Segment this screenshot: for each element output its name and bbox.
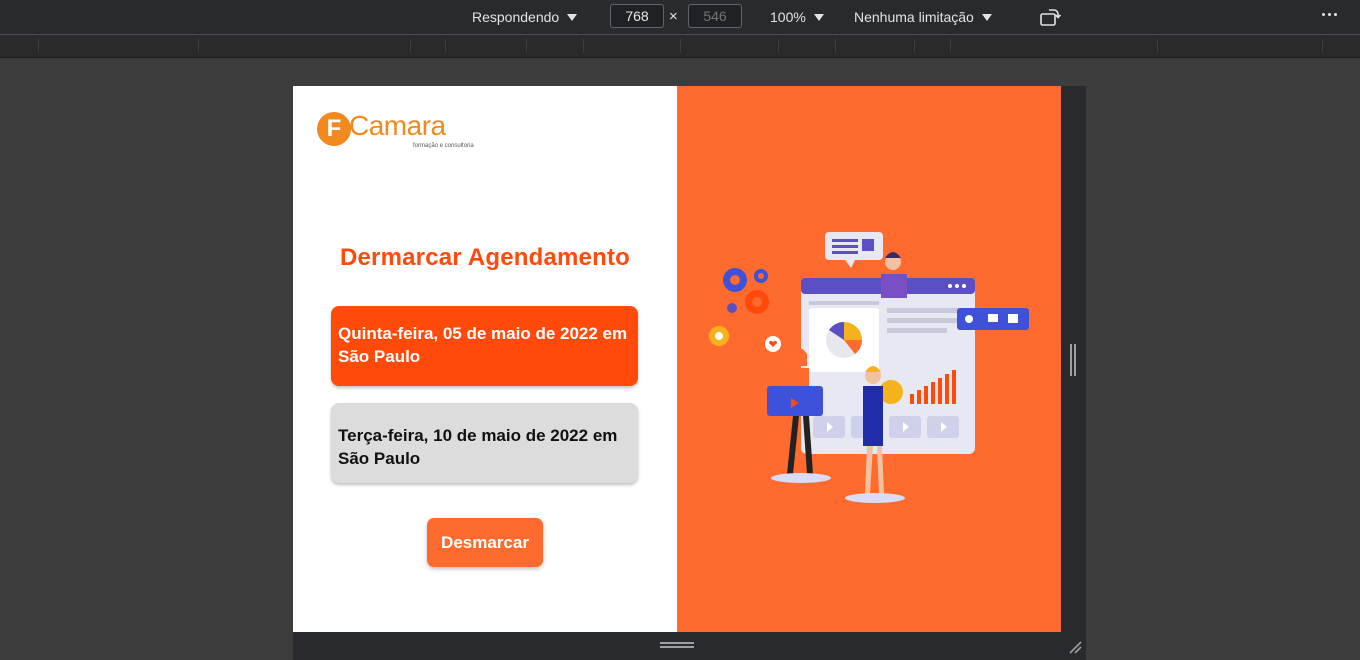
device-toolbar: Respondendo × 100% Nenhuma limitação xyxy=(0,0,1360,35)
brand-logo: F Camara formação e consultoria xyxy=(317,110,477,152)
logo-mark: F xyxy=(317,112,351,146)
device-viewport: F Camara formação e consultoria Dermarca… xyxy=(293,86,1061,632)
unschedule-button[interactable]: Desmarcar xyxy=(427,518,543,567)
logo-tagline: formação e consultoria xyxy=(413,143,474,149)
resize-handle-bottom[interactable] xyxy=(293,632,1086,660)
appointment-option[interactable]: Terça-feira, 10 de maio de 2022 em São P… xyxy=(331,403,638,483)
drag-grip-icon xyxy=(660,642,694,648)
throttle-label: Nenhuma limitação xyxy=(854,9,974,25)
resize-corner-icon[interactable] xyxy=(1068,640,1082,654)
page-title: Dermarcar Agendamento xyxy=(339,244,631,271)
rotate-icon[interactable] xyxy=(1039,6,1061,28)
width-input[interactable] xyxy=(610,4,664,28)
illustration-panel xyxy=(677,86,1061,632)
device-dropdown[interactable]: Respondendo xyxy=(472,0,578,34)
appointment-option-selected[interactable]: Quinta-feira, 05 de maio de 2022 em São … xyxy=(331,306,638,386)
chevron-down-icon xyxy=(813,13,824,21)
logo-name: Camara xyxy=(349,110,446,141)
zoom-label: 100% xyxy=(770,9,806,25)
marketing-illustration xyxy=(709,232,1029,503)
chevron-down-icon xyxy=(981,13,992,21)
chevron-down-icon xyxy=(567,13,578,21)
more-options-icon[interactable] xyxy=(1322,13,1337,16)
throttle-dropdown[interactable]: Nenhuma limitação xyxy=(854,0,992,34)
left-panel: F Camara formação e consultoria Dermarca… xyxy=(293,86,677,632)
media-query-ruler xyxy=(0,35,1360,58)
dimension-separator: × xyxy=(669,8,678,25)
drag-grip-icon xyxy=(1070,344,1076,376)
resize-handle-right[interactable] xyxy=(1061,86,1086,632)
zoom-dropdown[interactable]: 100% xyxy=(770,0,824,34)
device-label: Respondendo xyxy=(472,9,560,25)
height-input[interactable] xyxy=(688,4,742,28)
